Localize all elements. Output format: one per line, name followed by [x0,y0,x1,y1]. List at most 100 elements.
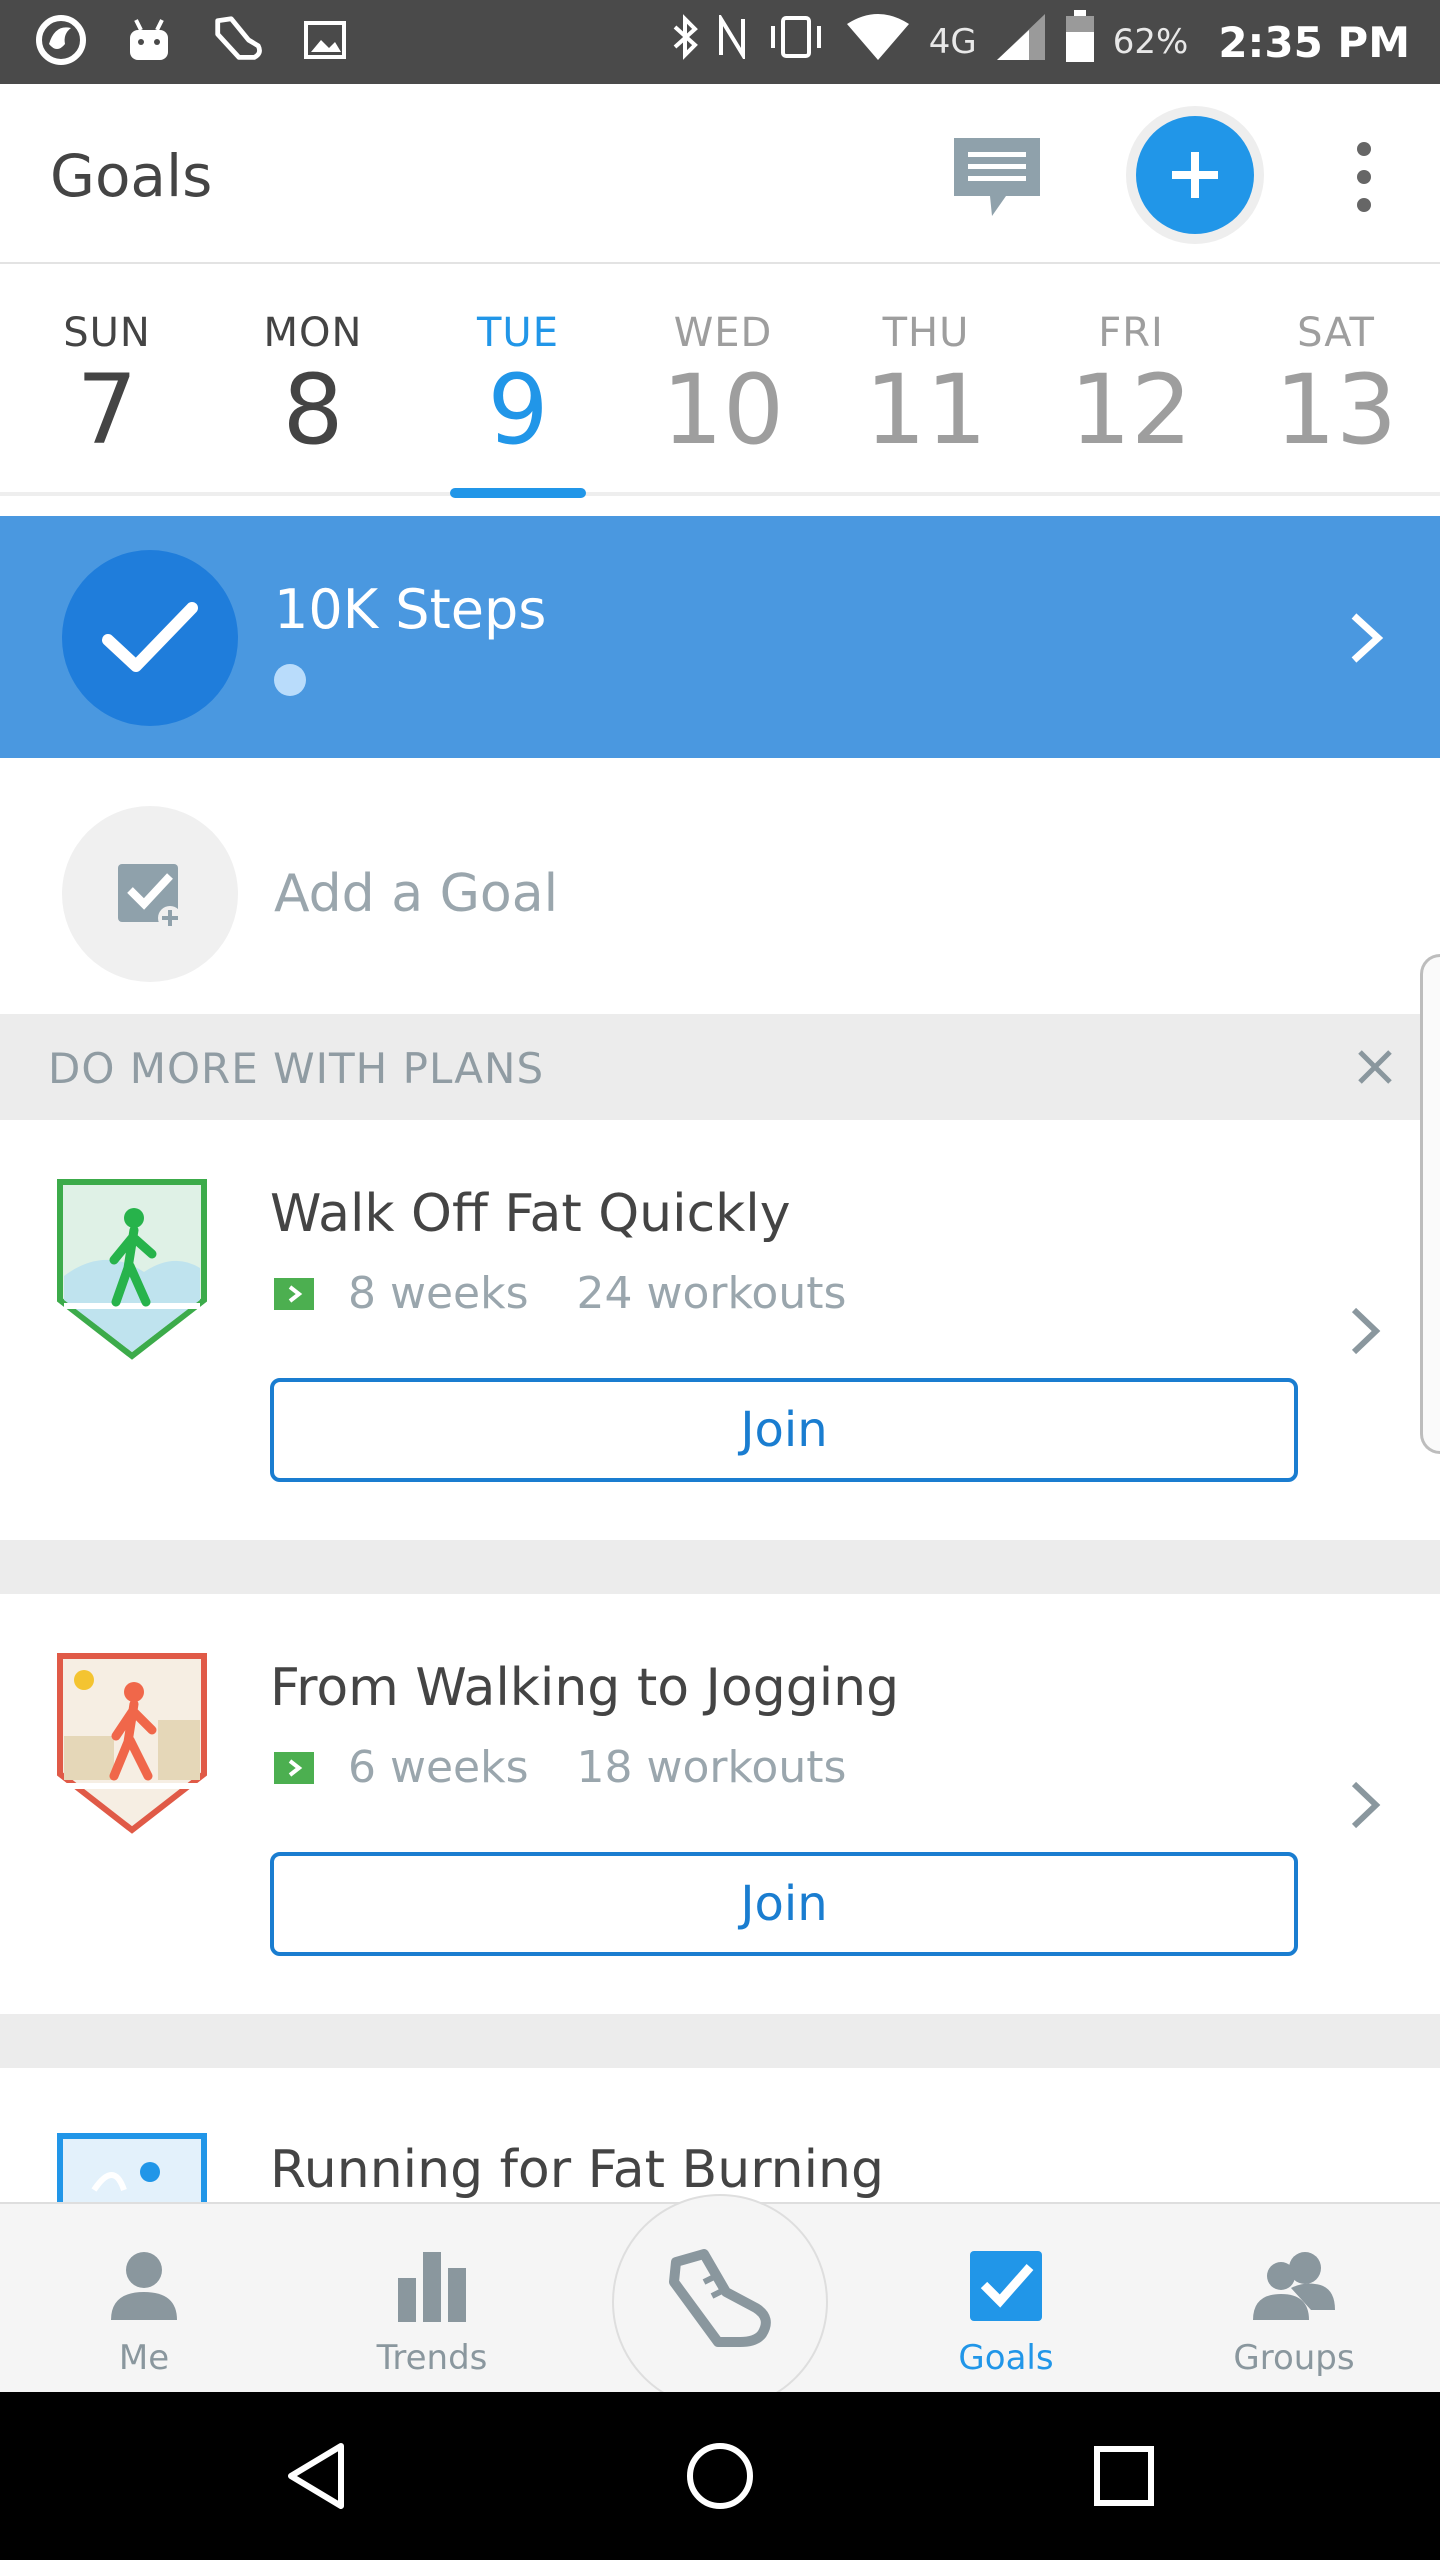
walker-badge-icon [57,1179,207,1360]
close-icon[interactable] [1356,1048,1394,1086]
page-title: Goals [50,142,213,210]
day-name: SUN [63,310,151,356]
nav-label: Me [118,2338,170,2378]
play-flag-icon [274,1751,314,1784]
chevron-right-icon [1351,613,1384,663]
day-number: 12 [1069,354,1193,466]
plans-section-header: DO MORE WITH PLANS [0,1014,1440,1120]
back-icon [288,2443,344,2509]
vibrate-icon [765,14,827,70]
day-fri[interactable]: FRI 12 [1028,310,1234,464]
image-icon [298,12,352,68]
chat-button[interactable] [950,134,1044,220]
chat-icon [954,138,1040,216]
day-thu[interactable]: THU 11 [823,310,1029,464]
day-sat[interactable]: SAT 13 [1233,310,1439,464]
day-name: TUE [477,310,559,356]
plan-duration: 6 weeks [348,1742,529,1793]
signal-icon [995,12,1047,72]
divider [0,2014,1440,2068]
add-goal-row[interactable]: Add a Goal [0,772,1440,1014]
play-flag-icon [274,1277,314,1310]
chevron-right-icon[interactable] [1348,1778,1384,1832]
join-button[interactable]: Join [270,1852,1298,1956]
network-type: 4G [928,22,977,62]
nav-activity-button[interactable] [612,2194,828,2410]
day-mon[interactable]: MON 8 [210,310,416,464]
add-goal-icon [118,864,182,930]
recents-button[interactable] [1084,2436,1164,2516]
goal-row-10k-steps[interactable]: 10K Steps [0,516,1440,758]
day-sun[interactable]: SUN 7 [4,310,210,464]
selected-day-indicator [450,488,586,498]
person-icon [111,2252,177,2320]
system-navigation-bar [0,2392,1440,2560]
goal-title: 10K Steps [274,578,547,641]
clock: 2:35 PM [1218,17,1410,67]
group-icon [1253,2252,1335,2320]
runner-badge-icon [57,2133,207,2202]
plus-icon [1172,152,1218,198]
bar-chart-icon [398,2252,466,2322]
goal-progress-dot [274,664,306,696]
app-bar: Goals [0,84,1440,264]
divider [0,1540,1440,1594]
status-bar: 4G 62% 2:35 PM [0,0,1440,84]
plan-card[interactable]: From Walking to Jogging 6 weeks 18 worko… [0,1594,1440,2014]
battery-icon [1065,10,1095,74]
bottom-navigation: Me Trends Goals Groups [0,2194,1440,2410]
battery-percent: 62% [1112,22,1189,62]
plan-workouts: 18 workouts [576,1742,847,1793]
day-number: 9 [487,354,549,466]
check-box-icon [970,2251,1042,2321]
wifi-icon [845,12,911,72]
day-name: MON [263,310,363,356]
section-label: DO MORE WITH PLANS [48,1044,545,1093]
plan-card[interactable]: Walk Off Fat Quickly 8 weeks 24 workouts… [0,1120,1440,1540]
goal-status [62,550,238,726]
nav-trends[interactable]: Trends [332,2240,532,2378]
nav-label: Trends [376,2338,488,2378]
plan-title: From Walking to Jogging [270,1658,900,1718]
day-number: 10 [661,354,785,466]
plan-meta: 8 weeks 24 workouts [274,1268,846,1319]
more-options-button[interactable] [1344,134,1384,220]
week-date-strip: SUN 7 MON 8 TUE 9 WED 10 THU 11 FRI 12 S… [0,264,1440,498]
nav-label: Groups [1233,2338,1355,2378]
day-name: WED [673,310,773,356]
add-goal-label: Add a Goal [274,864,559,924]
nav-groups[interactable]: Groups [1194,2240,1394,2378]
add-goal-badge [62,806,238,982]
day-tue[interactable]: TUE 9 [415,310,621,464]
recents-icon [1094,2446,1154,2506]
side-drawer-handle[interactable] [1420,954,1440,1454]
jogger-badge-icon [57,1653,207,1834]
plan-title: Walk Off Fat Quickly [270,1184,791,1244]
home-button[interactable] [680,2436,760,2516]
more-vert-icon [1357,142,1371,156]
add-button[interactable] [1136,116,1254,234]
nfc-icon [717,11,747,69]
join-button[interactable]: Join [270,1378,1298,1482]
firefox-icon [34,12,88,68]
day-name: THU [882,310,970,356]
day-number: 8 [282,354,344,466]
shoe-icon [669,2249,771,2347]
day-number: 13 [1274,354,1398,466]
day-name: FRI [1098,310,1164,356]
plan-workouts: 24 workouts [576,1268,847,1319]
day-wed[interactable]: WED 10 [620,310,826,464]
android-icon [122,12,176,68]
day-name: SAT [1297,310,1375,356]
chevron-right-icon[interactable] [1348,1304,1384,1358]
day-number: 7 [76,354,138,466]
nav-me[interactable]: Me [44,2240,244,2378]
plan-meta: 6 weeks 18 workouts [274,1742,846,1793]
home-icon [687,2443,753,2509]
plan-duration: 8 weeks [348,1268,529,1319]
plan-card[interactable]: Running for Fat Burning [0,2068,1440,2202]
back-button[interactable] [276,2436,356,2516]
nav-goals[interactable]: Goals [906,2240,1106,2378]
shoe-icon [210,12,264,68]
check-icon [102,602,198,672]
